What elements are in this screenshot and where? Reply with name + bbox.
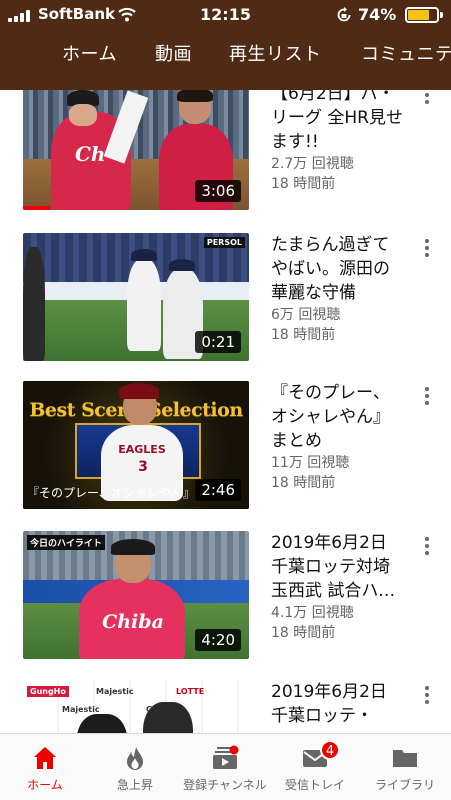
video-item[interactable]: Ch 3:06 【6月2日】パ・リーグ 全HR見せます!! 2.7万 回視聴 1…	[0, 90, 451, 212]
rotation-lock-icon	[337, 7, 351, 22]
tab-videos[interactable]: 動画	[155, 40, 192, 66]
video-title[interactable]: 2019年6月2日 千葉ロッテ・	[271, 680, 406, 728]
tab-home[interactable]: ホーム	[62, 40, 117, 66]
more-options-icon[interactable]	[420, 535, 434, 557]
video-thumbnail[interactable]: Best Scene Selection EAGLES 3 『そのプレー、オシャ…	[23, 381, 249, 509]
video-thumbnail[interactable]: 今日のハイライト Chiba 4:20	[23, 531, 249, 659]
video-thumbnail[interactable]: PERSOL 0:21	[23, 233, 249, 361]
nav-label: 受信トレイ	[284, 778, 345, 792]
nav-label: 急上昇	[116, 778, 153, 792]
nav-inbox[interactable]: 4 受信トレイ	[270, 734, 360, 800]
more-options-icon[interactable]	[420, 237, 434, 259]
nav-label: 登録チャンネル	[183, 778, 267, 792]
video-title[interactable]: 2019年6月2日 千葉ロッテ対埼玉西武 試合ハイライト	[271, 531, 406, 603]
more-options-icon[interactable]	[420, 385, 434, 407]
video-age: 18 時間前	[271, 475, 336, 491]
tab-community[interactable]: コミュニティ	[361, 40, 451, 66]
nav-library[interactable]: ライブラリ	[360, 734, 450, 800]
video-duration: 0:21	[195, 331, 241, 353]
video-item[interactable]: 今日のハイライト Chiba 4:20 2019年6月2日 千葉ロッテ対埼玉西武…	[0, 531, 451, 661]
thumbnail-caption: 『そのプレー、オシャレやん』	[27, 486, 189, 500]
nav-subscriptions[interactable]: 登録チャンネル	[180, 734, 270, 800]
video-age: 18 時間前	[271, 327, 336, 343]
nav-trending[interactable]: 急上昇	[90, 734, 180, 800]
video-feed: Ch 3:06 【6月2日】パ・リーグ 全HR見せます!! 2.7万 回視聴 1…	[0, 90, 451, 733]
nav-label: ライブラリ	[374, 778, 435, 792]
video-duration: 3:06	[195, 180, 241, 202]
subscriptions-icon	[213, 745, 239, 769]
video-title[interactable]: たまらん過ぎてやばい。源田の華麗な守備	[271, 233, 406, 305]
battery-percent: 74%	[358, 5, 397, 24]
bottom-navigation: ホーム 急上昇 登録チャンネル 4 受信トレイ ライブラリ	[0, 733, 451, 800]
video-meta: 2019年6月2日 千葉ロッテ対埼玉西武 試合ハイライト 4.1万 回視聴 18…	[271, 531, 406, 643]
video-duration: 2:46	[195, 479, 241, 501]
video-age: 18 時間前	[271, 176, 336, 192]
video-item[interactable]: PERSOL 0:21 たまらん過ぎてやばい。源田の華麗な守備 6万 回視聴 1…	[0, 233, 451, 363]
battery-icon	[405, 7, 443, 23]
status-bar: SoftBank 12:15 74%	[0, 0, 451, 30]
video-views: 6万 回視聴	[271, 307, 341, 323]
watch-progress-bar	[23, 206, 51, 210]
video-views: 2.7万 回視聴	[271, 156, 354, 172]
channel-tabs: ホーム 動画 再生リスト コミュニティ	[0, 40, 451, 76]
more-options-icon[interactable]	[420, 90, 434, 106]
nav-label: ホーム	[27, 778, 63, 792]
tab-playlists[interactable]: 再生リスト	[229, 40, 322, 66]
more-options-icon[interactable]	[420, 684, 434, 706]
folder-icon	[393, 750, 417, 767]
video-duration: 4:20	[195, 629, 241, 651]
video-title[interactable]: 【6月2日】パ・リーグ 全HR見せます!!	[271, 90, 406, 154]
thumbnail-tag: 今日のハイライト	[27, 535, 105, 550]
video-item[interactable]: GungHo Majestic LOTTE Majestic GungHo 20…	[0, 680, 451, 733]
inbox-badge: 4	[320, 740, 340, 760]
video-meta: 【6月2日】パ・リーグ 全HR見せます!! 2.7万 回視聴 18 時間前	[271, 90, 406, 194]
video-meta: たまらん過ぎてやばい。源田の華麗な守備 6万 回視聴 18 時間前	[271, 233, 406, 345]
video-title[interactable]: 『そのプレー、オシャレやん』まとめ	[271, 381, 406, 453]
app-header: SoftBank 12:15 74% ホーム 動画 再生リスト コミュニティ	[0, 0, 451, 90]
flame-icon	[127, 746, 143, 770]
video-age: 18 時間前	[271, 625, 336, 641]
video-views: 11万 回視聴	[271, 455, 350, 471]
video-item[interactable]: Best Scene Selection EAGLES 3 『そのプレー、オシャ…	[0, 381, 451, 511]
video-thumbnail[interactable]: Ch 3:06	[23, 90, 249, 210]
nav-home[interactable]: ホーム	[0, 734, 90, 800]
video-views: 4.1万 回視聴	[271, 605, 354, 621]
home-icon	[34, 747, 56, 769]
video-meta: 『そのプレー、オシャレやん』まとめ 11万 回視聴 18 時間前	[271, 381, 406, 493]
video-meta: 2019年6月2日 千葉ロッテ・	[271, 680, 406, 728]
video-thumbnail[interactable]: GungHo Majestic LOTTE Majestic GungHo	[23, 680, 249, 733]
